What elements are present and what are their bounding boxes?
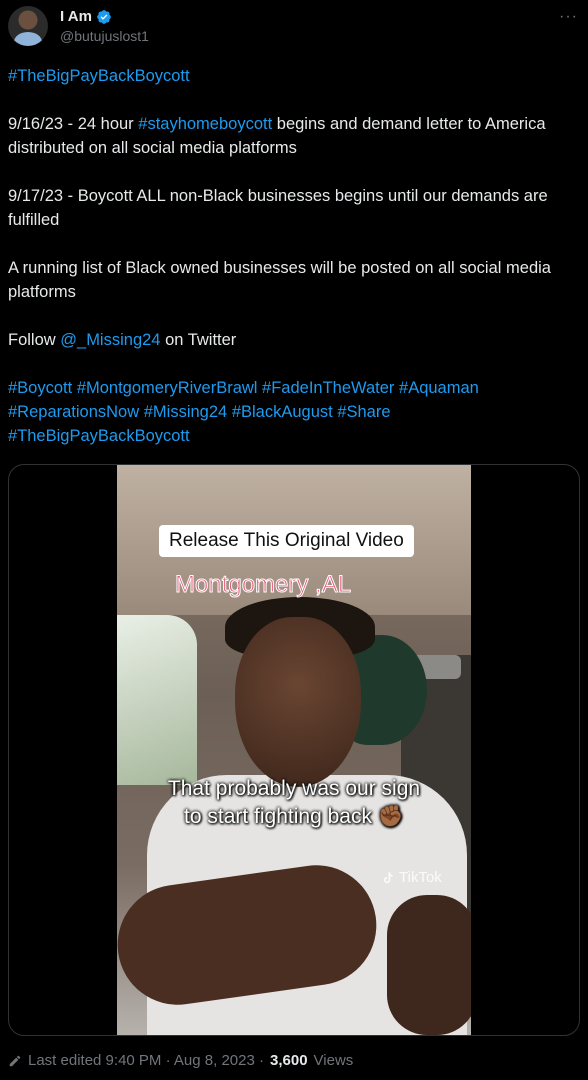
hashtag-link[interactable]: #Missing24 — [144, 403, 227, 421]
tiktok-label: TikTok — [399, 869, 442, 886]
person-face — [235, 617, 361, 787]
hashtag-link[interactable]: #TheBigPayBackBoycott — [8, 67, 190, 85]
hashtag-list: #Boycott #MontgomeryRiverBrawl #FadeInTh… — [8, 376, 580, 448]
tweet-footer: Last edited 9:40 PM · Aug 8, 2023 · 3,60… — [8, 1052, 353, 1069]
video-media[interactable]: Release This Original Video Montgomery ,… — [8, 464, 580, 1036]
hashtag-link[interactable]: #stayhomeboycott — [138, 115, 272, 133]
hashtag-link[interactable]: #Share — [337, 403, 390, 421]
video-overlay-label: Release This Original Video — [159, 525, 414, 557]
hashtag-link[interactable]: #Aquaman — [399, 379, 479, 397]
tiktok-watermark: TikTok — [381, 869, 442, 886]
raised-fist-emoji: ✊🏾 — [377, 805, 404, 828]
caption-line: to start fighting back — [184, 805, 372, 828]
video-caption: That probably was our sign to start figh… — [117, 775, 471, 831]
user-handle[interactable]: @butujuslost1 — [60, 28, 149, 44]
verified-badge-icon — [97, 9, 111, 24]
hashtag-link[interactable]: #BlackAugust — [232, 403, 333, 421]
text-segment: Follow — [8, 331, 61, 349]
text-segment: 9/17/23 - Boycott ALL non-Black business… — [8, 187, 548, 229]
pencil-icon — [9, 1055, 21, 1066]
edited-timestamp[interactable]: Last edited 9:40 PM · Aug 8, 2023 · — [28, 1052, 264, 1069]
text-segment: on Twitter — [160, 331, 237, 349]
mention-link[interactable]: @_Missing24 — [60, 331, 160, 349]
text-segment: A running list of Black owned businesses… — [8, 259, 551, 301]
hashtag-link[interactable]: #FadeInTheWater — [262, 379, 394, 397]
hashtag-link[interactable]: #ReparationsNow — [8, 403, 139, 421]
views-count: 3,600 — [270, 1052, 308, 1069]
tweet-text: #TheBigPayBackBoycott 9/16/23 - 24 hour … — [8, 64, 580, 448]
views-label: Views — [313, 1052, 354, 1069]
tweet-header: I Am @butujuslost1 ··· — [8, 6, 580, 50]
display-name[interactable]: I Am — [60, 8, 92, 25]
person-arm-right — [387, 895, 471, 1035]
tiktok-icon — [383, 871, 393, 883]
hashtag-link[interactable]: #Boycott — [8, 379, 72, 397]
video-location-text: Montgomery ,AL — [174, 571, 352, 599]
more-options-icon[interactable]: ··· — [559, 8, 578, 26]
hashtag-link[interactable]: #TheBigPayBackBoycott — [8, 427, 190, 445]
caption-line: That probably was our sign — [167, 777, 421, 800]
avatar[interactable] — [8, 6, 48, 46]
name-row: I Am — [60, 8, 112, 25]
video-frame[interactable]: Release This Original Video Montgomery ,… — [117, 465, 471, 1035]
car-window — [117, 615, 197, 785]
text-segment: 9/16/23 - 24 hour — [8, 115, 139, 133]
hashtag-link[interactable]: #MontgomeryRiverBrawl — [77, 379, 258, 397]
